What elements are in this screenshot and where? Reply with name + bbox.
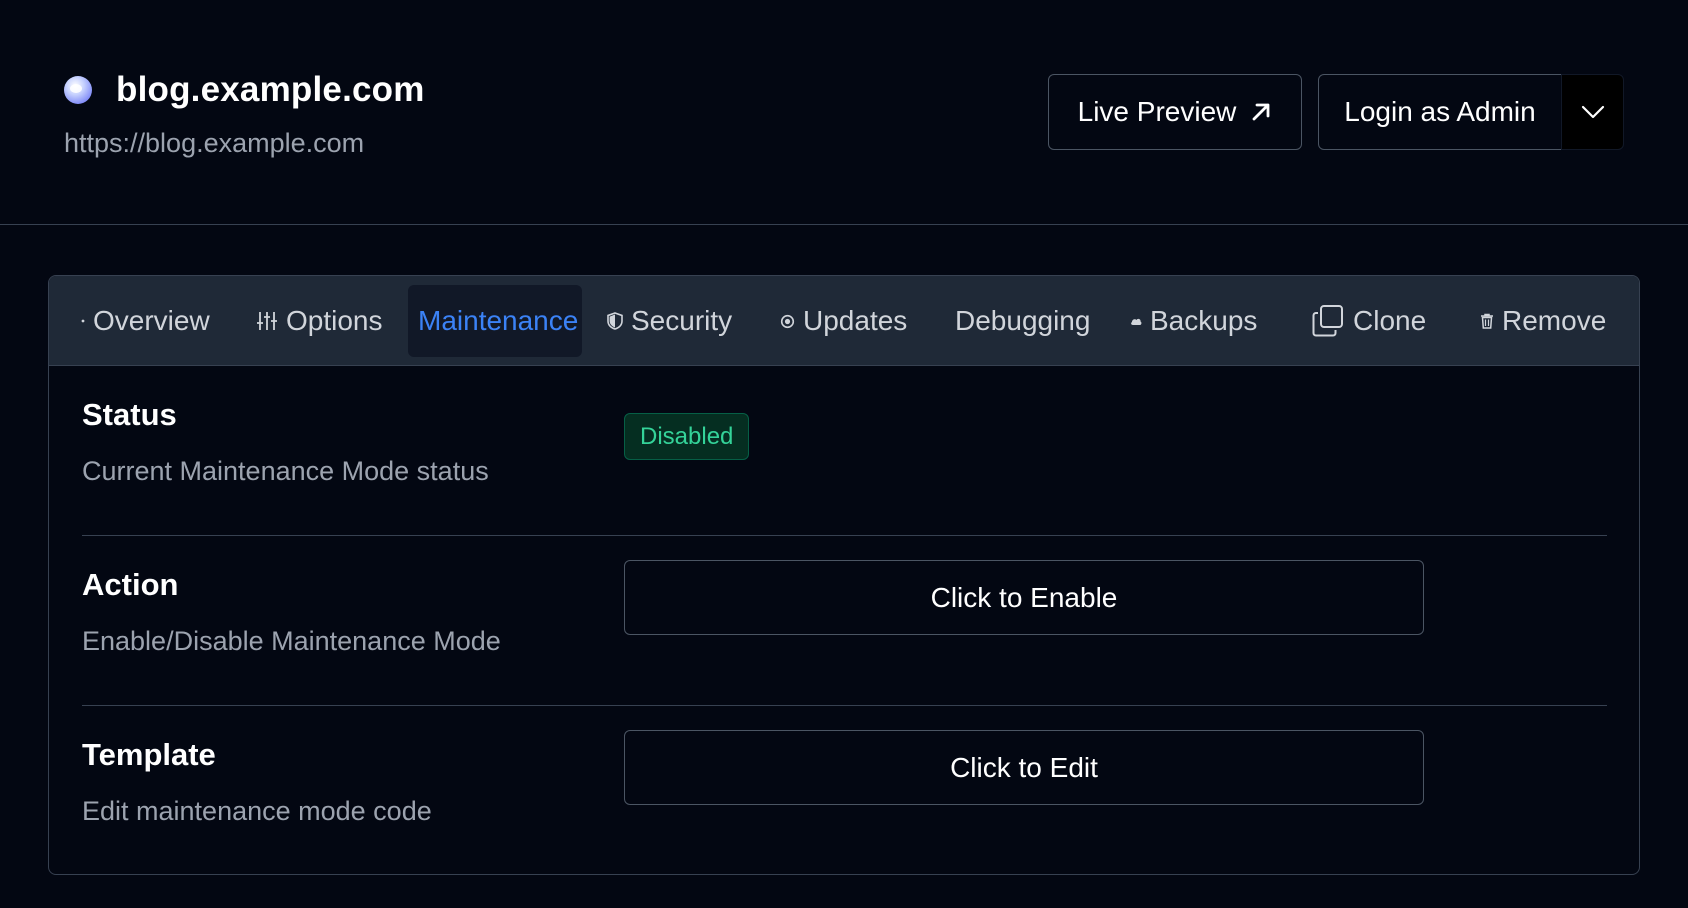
tab-label: Remove bbox=[1502, 305, 1607, 336]
login-options-dropdown[interactable] bbox=[1561, 74, 1624, 150]
sliders-icon bbox=[256, 310, 278, 332]
tab-label: Clone bbox=[1353, 305, 1427, 336]
tab-maintenance[interactable]: Maintenance bbox=[408, 285, 582, 357]
enable-maintenance-button[interactable]: Click to Enable bbox=[624, 560, 1424, 635]
shield-icon bbox=[607, 312, 623, 330]
tab-label: Security bbox=[631, 305, 733, 336]
tab-backups[interactable]: Backups bbox=[1130, 285, 1257, 357]
tab-options[interactable]: Options bbox=[256, 285, 383, 357]
tab-security[interactable]: Security bbox=[607, 285, 732, 357]
template-label: Template bbox=[82, 737, 216, 772]
tab-updates[interactable]: Updates bbox=[780, 285, 907, 357]
cloud-icon bbox=[1130, 316, 1142, 326]
action-label: Action bbox=[82, 567, 179, 602]
live-preview-label: Live Preview bbox=[1077, 96, 1237, 127]
tab-overview[interactable]: Overview bbox=[81, 285, 210, 357]
external-link-icon bbox=[1252, 103, 1270, 121]
template-description: Edit maintenance mode code bbox=[82, 796, 432, 826]
status-label: Status bbox=[82, 397, 177, 432]
live-preview-button[interactable]: Live Preview bbox=[1048, 74, 1302, 150]
chevron-down-icon bbox=[1581, 105, 1604, 119]
tab-label: Updates bbox=[803, 305, 908, 336]
site-header: blog.example.com https://blog.example.co… bbox=[0, 0, 1688, 225]
action-description: Enable/Disable Maintenance Mode bbox=[82, 626, 501, 656]
site-url: https://blog.example.com bbox=[64, 128, 365, 158]
tab-remove[interactable]: Remove bbox=[1480, 285, 1606, 357]
globe-icon bbox=[64, 76, 92, 104]
tab-bar: Overview Options Maintenance Security Up… bbox=[49, 276, 1639, 366]
site-identity: blog.example.com https://blog.example.co… bbox=[64, 70, 425, 159]
tab-clone[interactable]: Clone bbox=[1311, 285, 1426, 357]
tab-label: Options bbox=[286, 305, 383, 336]
tab-label: Debugging bbox=[955, 305, 1091, 336]
refresh-icon bbox=[780, 314, 795, 329]
tab-label: Maintenance bbox=[418, 305, 579, 336]
status-row: Status Current Maintenance Mode status D… bbox=[82, 366, 1607, 536]
action-row: Action Enable/Disable Maintenance Mode C… bbox=[82, 536, 1607, 706]
login-as-admin-button[interactable]: Login as Admin bbox=[1318, 74, 1562, 150]
tab-label: Overview bbox=[93, 305, 210, 336]
dot-icon bbox=[81, 319, 85, 323]
template-row: Template Edit maintenance mode code Clic… bbox=[82, 706, 1607, 874]
status-description: Current Maintenance Mode status bbox=[82, 456, 489, 486]
status-badge: Disabled bbox=[624, 413, 750, 460]
tab-debugging[interactable]: Debugging bbox=[955, 285, 1090, 357]
trash-icon bbox=[1480, 313, 1494, 329]
site-settings-panel: Overview Options Maintenance Security Up… bbox=[48, 275, 1640, 875]
site-title: blog.example.com bbox=[116, 70, 425, 109]
tab-label: Backups bbox=[1150, 305, 1258, 336]
edit-template-button[interactable]: Click to Edit bbox=[624, 730, 1424, 805]
login-as-admin-label: Login as Admin bbox=[1344, 96, 1536, 127]
copy-icon bbox=[1311, 304, 1345, 338]
